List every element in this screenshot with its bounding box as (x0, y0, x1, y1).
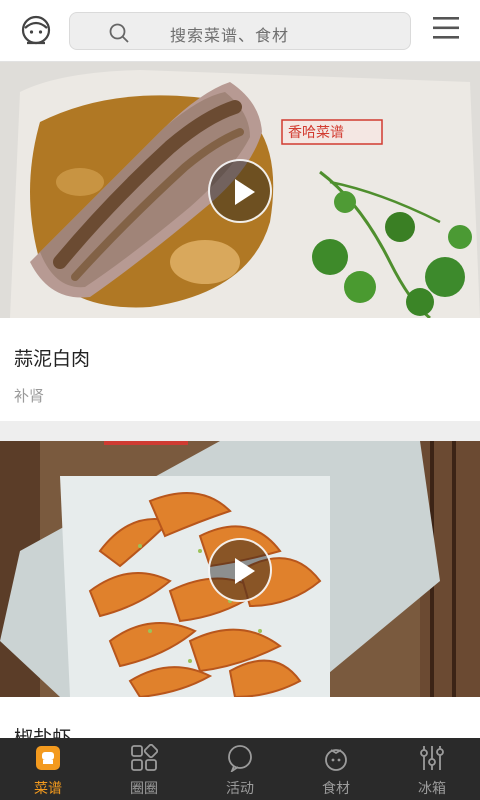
grid-circle-icon (131, 744, 158, 771)
recipe-title[interactable]: 蒜泥白肉 (14, 344, 466, 371)
play-icon (235, 558, 255, 584)
play-button[interactable] (208, 538, 272, 602)
recipe-info: 椒盐虾 (0, 697, 480, 738)
nav-item-circles[interactable]: 圈圈 (96, 738, 192, 800)
recipe-tag: 补肾 (14, 387, 45, 405)
chef-avatar-icon[interactable] (16, 10, 56, 50)
recipe-feed[interactable]: 香哈菜谱 蒜泥白肉 补肾 椒盐虾 (0, 62, 480, 738)
play-button[interactable] (208, 159, 272, 223)
search-placeholder: 搜索菜谱、食材 (170, 26, 290, 45)
fridge-sliders-icon (420, 746, 444, 770)
recipe-book-icon (36, 746, 60, 770)
recipe-card[interactable]: 香哈菜谱 蒜泥白肉 补肾 (0, 62, 480, 421)
tomato-icon (325, 749, 347, 771)
nav-item-activities[interactable]: 活动 (192, 738, 288, 800)
recipe-title[interactable]: 椒盐虾 (14, 723, 466, 738)
svg-text:香哈菜谱: 香哈菜谱 (288, 125, 344, 141)
nav-item-fridge[interactable]: 冰箱 (384, 738, 480, 800)
recipe-card[interactable]: 椒盐虾 (0, 441, 480, 738)
hamburger-menu-icon[interactable] (432, 14, 460, 42)
nav-label: 冰箱 (418, 781, 446, 797)
recipe-video-thumbnail[interactable] (0, 441, 480, 697)
nav-item-ingredients[interactable]: 食材 (288, 738, 384, 800)
play-icon (235, 179, 255, 205)
bottom-nav: 菜谱 圈圈 活动 食材 冰箱 (0, 738, 480, 800)
recipe-info: 蒜泥白肉 补肾 (0, 318, 480, 421)
nav-label: 菜谱 (34, 781, 62, 797)
app-root: 搜索菜谱、食材 香哈菜谱 蒜泥白肉 补肾 椒盐虾 菜谱 圈圈 活动 食材 冰箱 (0, 0, 480, 800)
search-icon (109, 23, 129, 43)
nav-label: 活动 (226, 781, 254, 797)
nav-label: 食材 (322, 781, 350, 797)
search-bar[interactable]: 搜索菜谱、食材 (69, 12, 411, 50)
nav-label: 圈圈 (130, 781, 158, 797)
top-bar: 搜索菜谱、食材 (0, 0, 480, 62)
chat-bubble-icon (228, 745, 252, 772)
recipe-video-thumbnail[interactable]: 香哈菜谱 (0, 62, 480, 318)
nav-item-recipes[interactable]: 菜谱 (0, 738, 96, 800)
